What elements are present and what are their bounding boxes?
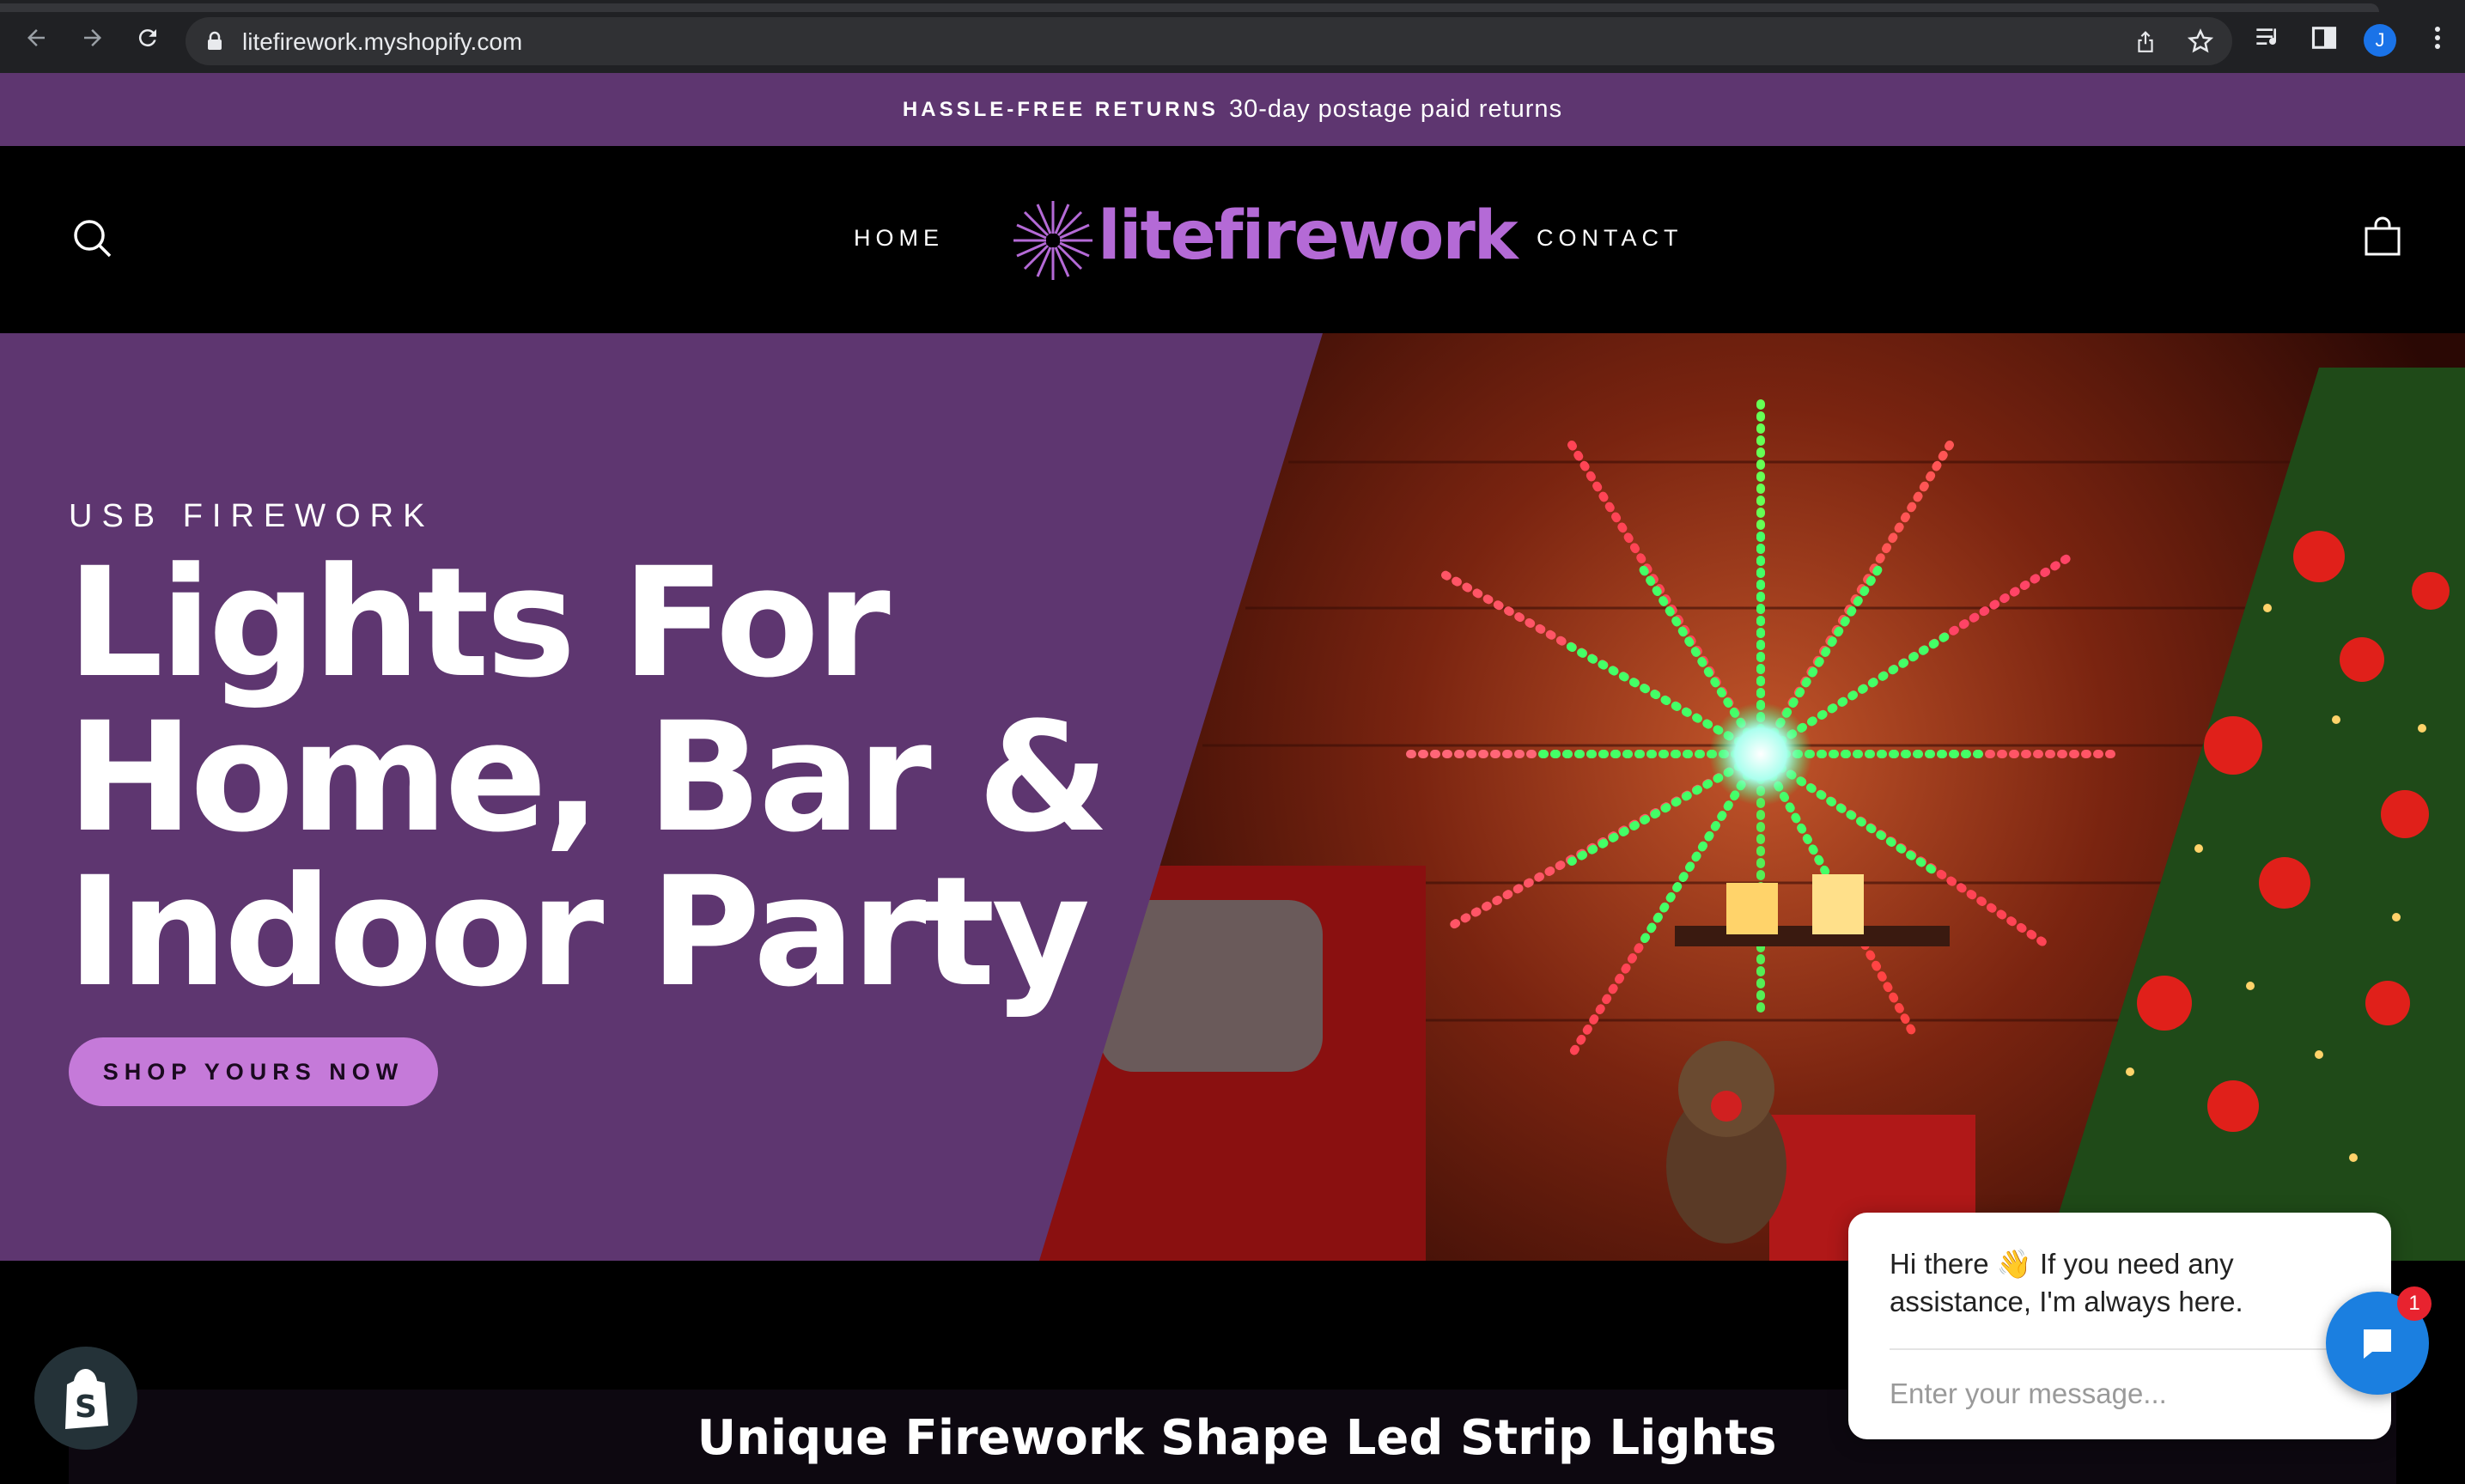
shop-now-button[interactable]: SHOP YOURS NOW <box>69 1037 438 1106</box>
nav-home-link[interactable]: HOME <box>854 225 944 252</box>
share-icon[interactable] <box>2132 27 2159 55</box>
site-logo[interactable]: litefirework <box>1012 194 1519 287</box>
side-panel-icon[interactable] <box>2307 21 2341 55</box>
forward-icon[interactable] <box>77 22 108 53</box>
chat-greeting: Hi there 👋 If you need any assistance, I… <box>1890 1248 2243 1317</box>
hero-title-line3: Indoor Party <box>67 844 1090 1020</box>
chat-bubble-icon <box>2364 1329 2391 1359</box>
chat-message-input[interactable] <box>1890 1372 2319 1415</box>
browser-toolbar: litefirework.myshopify.com J <box>0 0 2465 73</box>
announcement-text: 30-day postage paid returns <box>1228 95 1563 123</box>
menu-kebab-icon[interactable] <box>2420 21 2455 55</box>
media-queue-icon[interactable] <box>2252 21 2286 55</box>
site-header: HOME litefirework CONTACT <box>0 146 2465 333</box>
logo-wordmark: litefirework <box>1098 198 1519 275</box>
chat-popup: Hi there 👋 If you need any assistance, I… <box>1848 1213 2391 1439</box>
url-text[interactable]: litefirework.myshopify.com <box>242 28 522 56</box>
hero-kicker: USB FIREWORK <box>69 498 435 534</box>
hero-title-line2: Home, Bar & <box>67 690 1110 866</box>
announcement-bar: HASSLE-FREE RETURNS 30-day postage paid … <box>0 73 2465 146</box>
back-icon[interactable] <box>21 22 52 53</box>
shopify-bag-icon[interactable]: S <box>34 1347 137 1450</box>
reload-icon[interactable] <box>132 22 163 53</box>
hero-title: Lights For Home, Bar & Indoor Party <box>67 546 1184 1010</box>
firework-logo-icon <box>1013 201 1093 280</box>
bookmark-star-icon[interactable] <box>2187 27 2214 55</box>
tab-strip <box>0 0 2465 12</box>
address-bar[interactable]: litefirework.myshopify.com <box>186 17 2232 65</box>
chat-unread-badge: 1 <box>2397 1286 2432 1321</box>
hero-title-line1: Lights For <box>67 535 891 711</box>
announcement-strong: HASSLE-FREE RETURNS <box>902 97 1219 121</box>
cart-icon[interactable] <box>2364 216 2401 260</box>
svg-text:S: S <box>75 1390 97 1425</box>
profile-avatar[interactable]: J <box>2364 24 2396 57</box>
chat-divider <box>1890 1348 2350 1350</box>
hero-banner: USB FIREWORK Lights For Home, Bar & Indo… <box>0 333 2465 1261</box>
nav-contact-link[interactable]: CONTACT <box>1537 225 1683 252</box>
lock-icon[interactable] <box>206 31 223 56</box>
search-icon[interactable] <box>72 218 113 264</box>
active-tab[interactable] <box>0 3 2379 12</box>
